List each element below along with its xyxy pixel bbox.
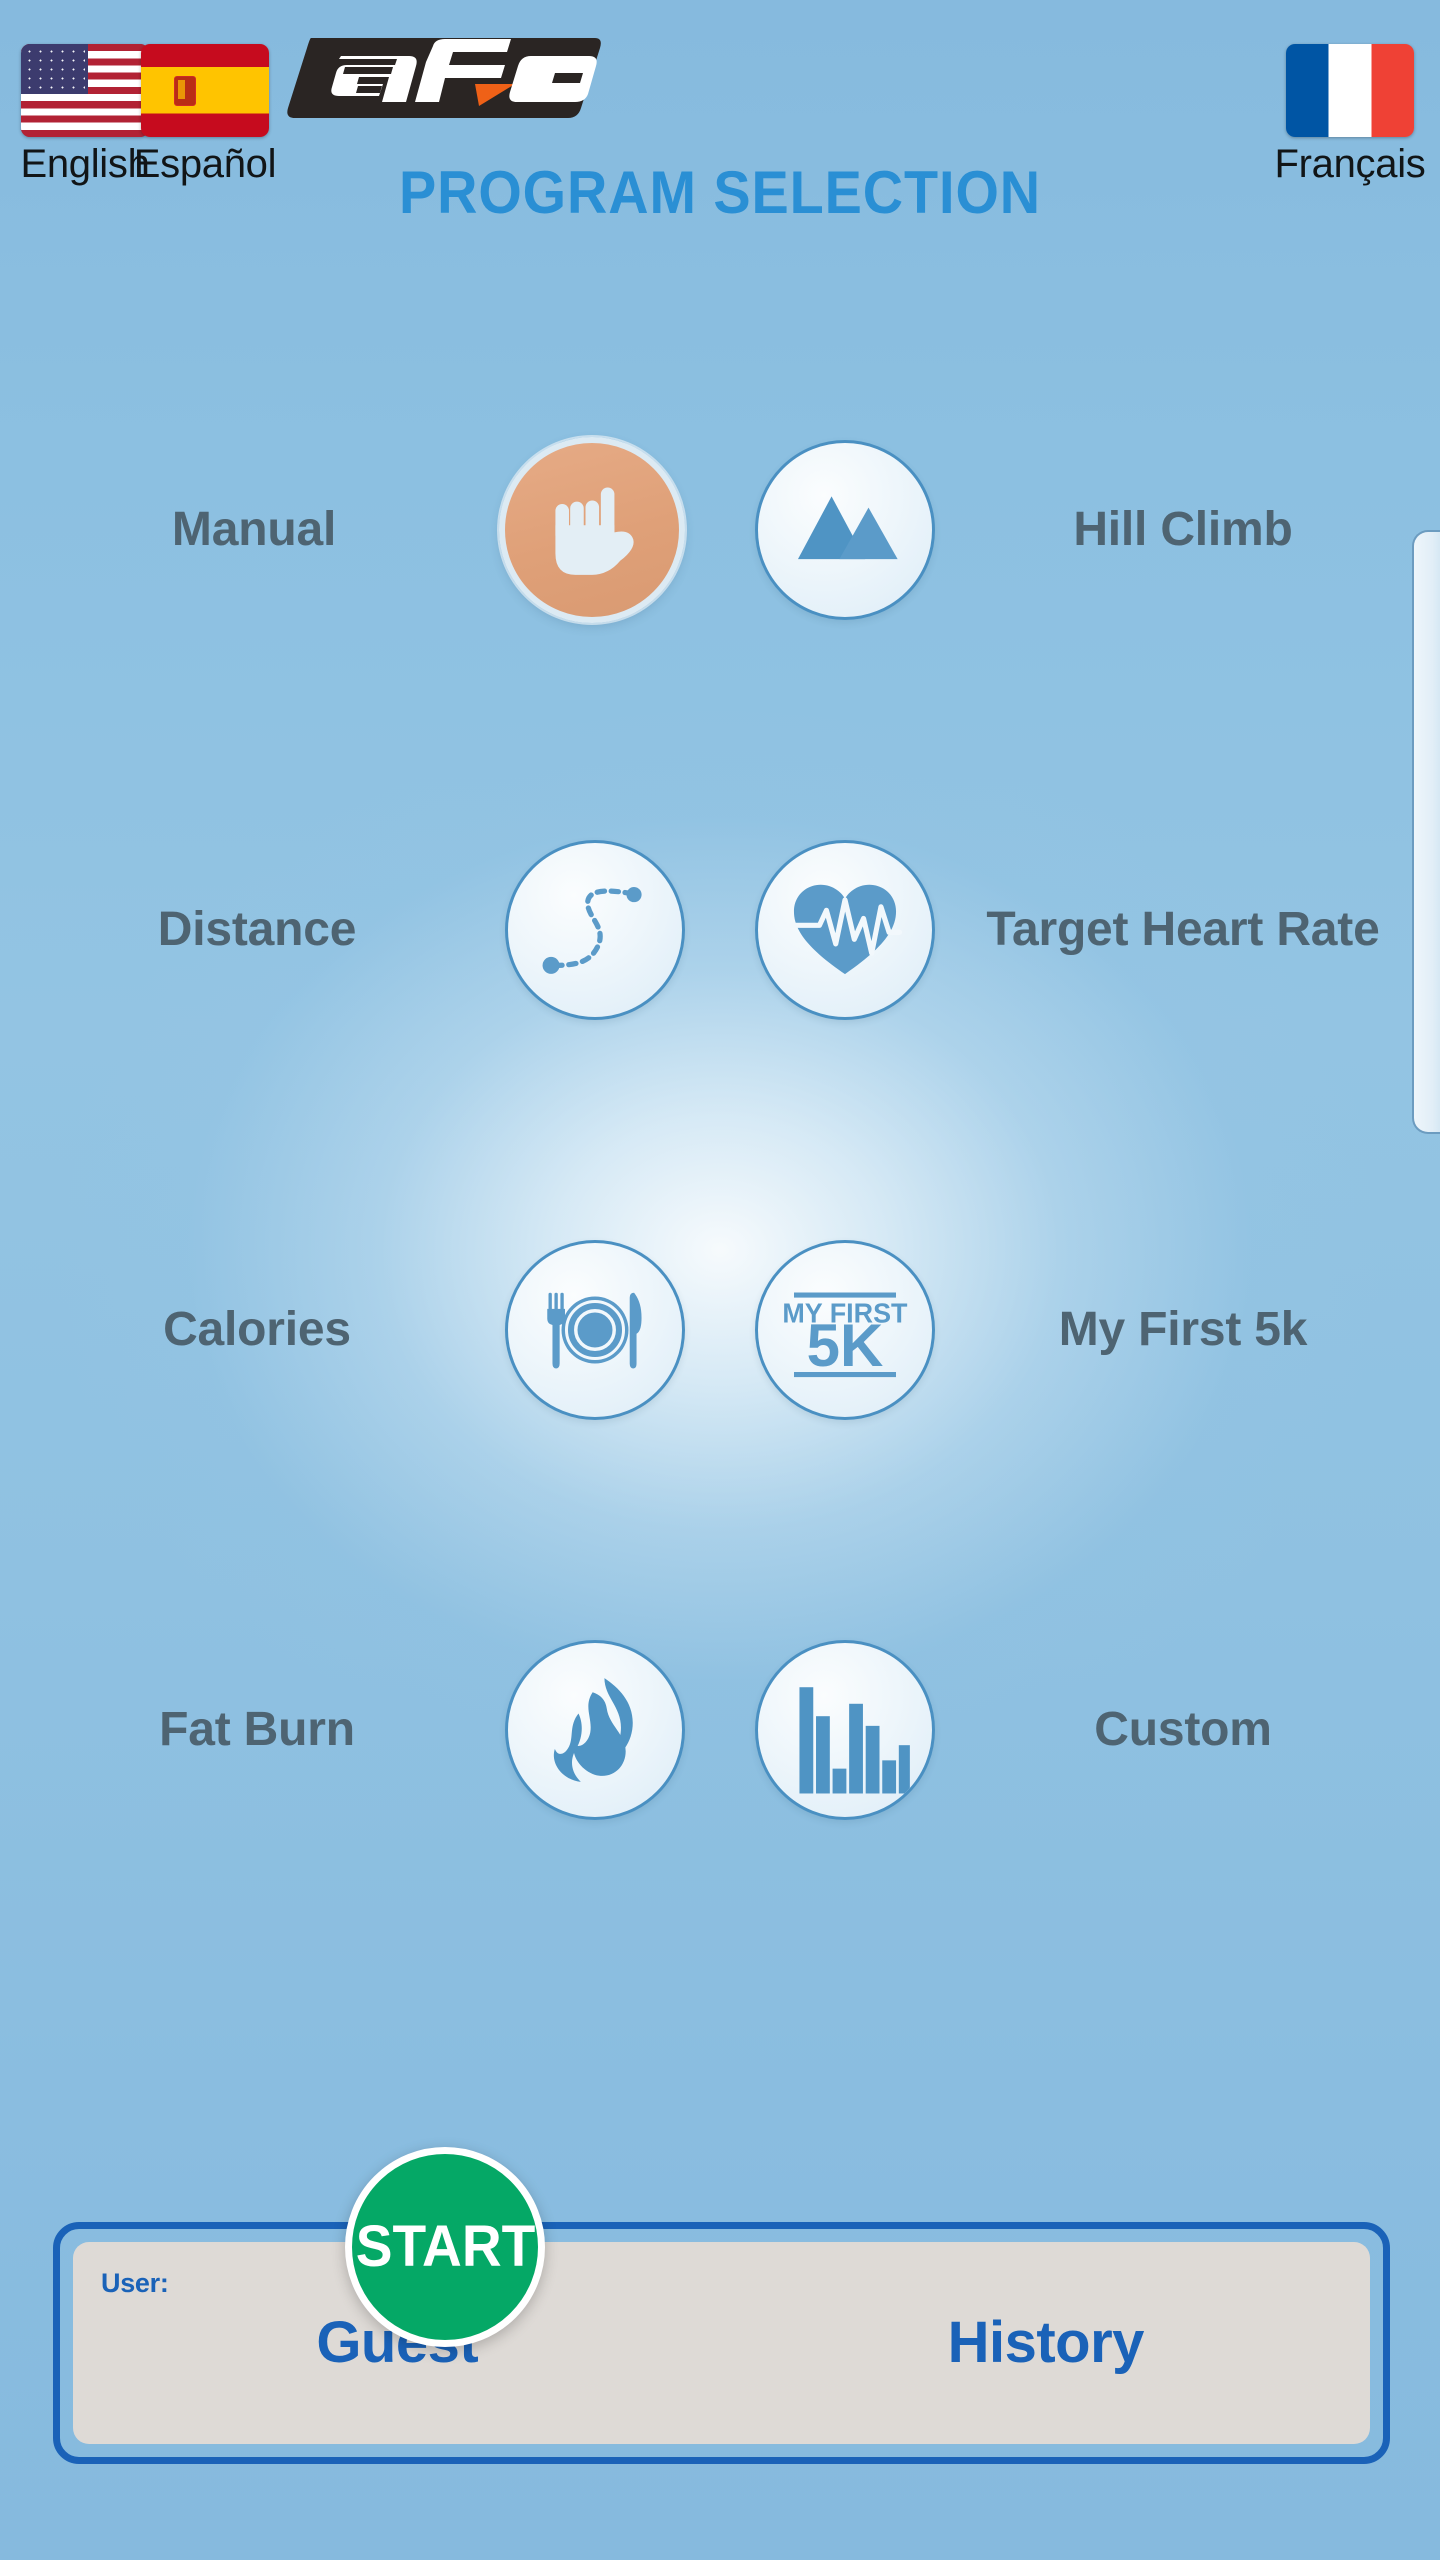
svg-text:5K: 5K xyxy=(807,1312,884,1379)
program-row: Distance Target Heart Rate xyxy=(0,730,1440,1130)
program-item-target-heart-rate[interactable]: Target Heart Rate xyxy=(755,730,1415,1130)
heart-ecg-icon[interactable] xyxy=(755,840,935,1020)
program-row: Manual Hill Climb xyxy=(0,330,1440,730)
program-label-fat-burn: Fat Burn xyxy=(159,1703,355,1757)
start-button-label: START xyxy=(355,2214,535,2279)
program-item-custom[interactable]: Custom xyxy=(755,1530,1415,1930)
fr-flag-icon xyxy=(1286,44,1414,137)
bar-chart-icon[interactable] xyxy=(755,1640,935,1820)
program-item-manual[interactable]: Manual xyxy=(25,330,685,730)
es-flag-icon xyxy=(141,44,269,137)
program-item-distance[interactable]: Distance xyxy=(25,730,685,1130)
program-row: Calories My First 5k MY FIRST 5K xyxy=(0,1130,1440,1530)
program-row: Fat Burn Custom xyxy=(0,1530,1440,1930)
vertical-scrollbar[interactable] xyxy=(1412,530,1440,1134)
afg-logo xyxy=(283,32,603,122)
start-button[interactable]: START xyxy=(345,2147,545,2347)
program-item-hill-climb[interactable]: Hill Climb xyxy=(755,330,1415,730)
program-item-fat-burn[interactable]: Fat Burn xyxy=(25,1530,685,1930)
flame-icon[interactable] xyxy=(505,1640,685,1820)
program-label-manual: Manual xyxy=(171,503,337,557)
program-item-my-first-5k[interactable]: My First 5k MY FIRST 5K xyxy=(755,1130,1415,1530)
mountains-icon[interactable] xyxy=(755,440,935,620)
program-label-custom: Custom xyxy=(1094,1703,1272,1757)
program-label-my-first-5k: My First 5k xyxy=(1058,1303,1308,1357)
scrollbar-track[interactable] xyxy=(1412,330,1440,2050)
history-button[interactable]: History xyxy=(722,2314,1371,2372)
program-item-calories[interactable]: Calories xyxy=(25,1130,685,1530)
hand-icon[interactable] xyxy=(499,437,685,623)
program-selection-screen: English Español Français PROGRAM SELECTI… xyxy=(0,0,1440,2560)
user-label: User: xyxy=(101,2268,169,2298)
dashed-path-icon[interactable] xyxy=(505,840,685,1020)
plate-icon[interactable] xyxy=(505,1240,685,1420)
my-first-5k-icon[interactable]: MY FIRST 5K xyxy=(755,1240,935,1420)
page-title: PROGRAM SELECTION xyxy=(398,159,1042,226)
program-label-target-heart-rate: Target Heart Rate xyxy=(986,903,1380,957)
program-grid: Manual Hill Climb Distance Target Heart … xyxy=(0,330,1440,2050)
bottom-panel: User: Guest History xyxy=(73,2242,1370,2444)
bottom-action-bar: User: Guest History xyxy=(53,2222,1390,2464)
program-label-calories: Calories xyxy=(163,1303,351,1357)
program-label-hill-climb: Hill Climb xyxy=(1073,503,1293,557)
program-label-distance: Distance xyxy=(157,903,357,957)
